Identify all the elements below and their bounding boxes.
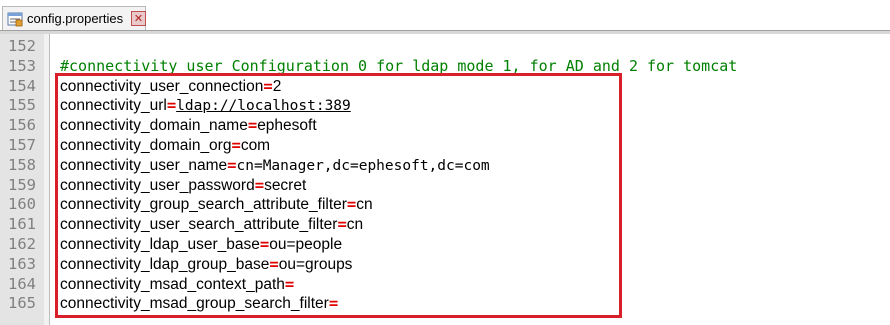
property-key: connectivity_user_connection	[60, 77, 264, 95]
code-line[interactable]: 162 connectivity_ldap_user_base=ou=people	[0, 234, 890, 254]
property-key: connectivity_url	[60, 97, 167, 115]
code-line[interactable]: 155 connectivity_url=ldap://localhost:389	[0, 95, 890, 115]
tab-config-properties[interactable]: config.properties ✕	[2, 6, 146, 30]
equals-sign: =	[231, 136, 241, 154]
line-content: connectivity_url=ldap://localhost:389	[60, 95, 351, 116]
equals-sign: =	[227, 155, 237, 174]
line-number: 162	[8, 235, 36, 253]
properties-file-icon	[7, 11, 23, 27]
line-number: 157	[8, 136, 36, 154]
line-number: 165	[8, 294, 36, 313]
property-value: cn	[346, 216, 364, 234]
line-content: connectivity_user_connection=2	[60, 76, 281, 97]
line-number: 155	[8, 96, 36, 115]
property-key: connectivity_msad_group_search_filter	[60, 295, 329, 313]
line-content: connectivity_ldap_group_base=ou=groups	[60, 254, 352, 275]
code-line[interactable]: 160 connectivity_group_search_attribute_f…	[0, 194, 890, 214]
property-value: com	[240, 137, 271, 154]
property-value: cn	[356, 196, 373, 214]
tab-label: config.properties	[27, 11, 124, 26]
property-key: connectivity_msad_context_path	[60, 275, 285, 293]
line-content: connectivity_domain_org=com	[60, 135, 270, 156]
code-line[interactable]: 153 #connectivity_user Configuration 0 fo…	[0, 56, 890, 76]
line-content: connectivity_user_password=secret	[60, 175, 306, 196]
equals-sign: =	[346, 195, 357, 214]
property-key: connectivity_ldap_group_base	[60, 255, 270, 273]
line-number: 154	[8, 76, 36, 95]
equals-sign: =	[269, 254, 279, 273]
code-line[interactable]: 164 connectivity_msad_context_path=	[0, 274, 890, 294]
code-line[interactable]: 156 connectivity_domain_name=ephesoft	[0, 115, 890, 135]
property-value: ou=people	[269, 236, 343, 253]
line-content: connectivity_domain_name=ephesoft	[60, 115, 317, 136]
equals-sign: =	[328, 294, 339, 313]
code-line[interactable]: 163 connectivity_ldap_group_base=ou=group…	[0, 254, 890, 274]
property-key: connectivity_ldap_user_base	[60, 236, 260, 253]
code-line[interactable]: 159 connectivity_user_password=secret	[0, 175, 890, 195]
property-key: connectivity_domain_name	[60, 117, 248, 135]
property-key: connectivity_domain_org	[60, 137, 232, 154]
code-line[interactable]: 154 connectivity_user_connection=2	[0, 76, 890, 96]
tab-bar: config.properties ✕	[0, 0, 890, 34]
line-number: 160	[8, 195, 36, 214]
line-number: 153	[8, 56, 36, 75]
line-content: connectivity_msad_context_path=	[60, 274, 294, 295]
line-content: connectivity_msad_group_search_filter=	[60, 293, 338, 314]
line-content: connectivity_ldap_user_base=ou=people	[60, 234, 342, 255]
code-line[interactable]: 165 connectivity_msad_group_search_filter…	[0, 293, 890, 313]
url-link[interactable]: ldap://localhost:389	[176, 98, 351, 114]
close-icon[interactable]: ✕	[131, 11, 146, 26]
equals-sign: =	[263, 76, 273, 95]
code-line[interactable]: 152	[0, 36, 890, 56]
equals-sign: =	[254, 175, 265, 194]
code-line[interactable]: 157 connectivity_domain_org=com	[0, 135, 890, 155]
property-value: 2	[272, 77, 282, 95]
property-key: connectivity_user_search_attribute_filte…	[60, 216, 338, 234]
property-key: connectivity_user_name	[60, 156, 228, 174]
line-content: #connectivity_user Configuration 0 for l…	[60, 56, 737, 76]
line-content: connectivity_group_search_attribute_filt…	[60, 194, 373, 215]
line-number: 164	[8, 274, 36, 293]
property-key: connectivity_group_search_attribute_filt…	[60, 196, 347, 214]
property-value: cn=Manager,dc=ephesoft,dc=com	[236, 157, 490, 174]
equals-sign: =	[259, 235, 270, 253]
property-value: ephesoft	[257, 117, 317, 135]
line-number: 152	[8, 37, 36, 55]
line-number: 159	[8, 175, 36, 194]
line-content: connectivity_user_search_attribute_filte…	[60, 214, 363, 235]
line-number: 163	[8, 254, 36, 273]
property-value: ou=groups	[278, 255, 353, 273]
line-number: 161	[8, 215, 36, 234]
line-number: 156	[8, 116, 36, 135]
property-value: secret	[264, 176, 307, 194]
code-line[interactable]: 158 connectivity_user_name=cn=Manager,dc=…	[0, 155, 890, 175]
code-line[interactable]: 161 connectivity_user_search_attribute_fi…	[0, 214, 890, 234]
equals-sign: =	[337, 215, 347, 234]
comment-text: #connectivity_user Configuration 0 for l…	[60, 56, 738, 75]
property-key: connectivity_user_password	[60, 176, 255, 194]
equals-sign: =	[166, 96, 177, 115]
line-content: connectivity_user_name=cn=Manager,dc=eph…	[60, 155, 490, 176]
equals-sign: =	[284, 274, 295, 293]
line-number: 158	[8, 155, 36, 174]
equals-sign: =	[247, 116, 258, 135]
